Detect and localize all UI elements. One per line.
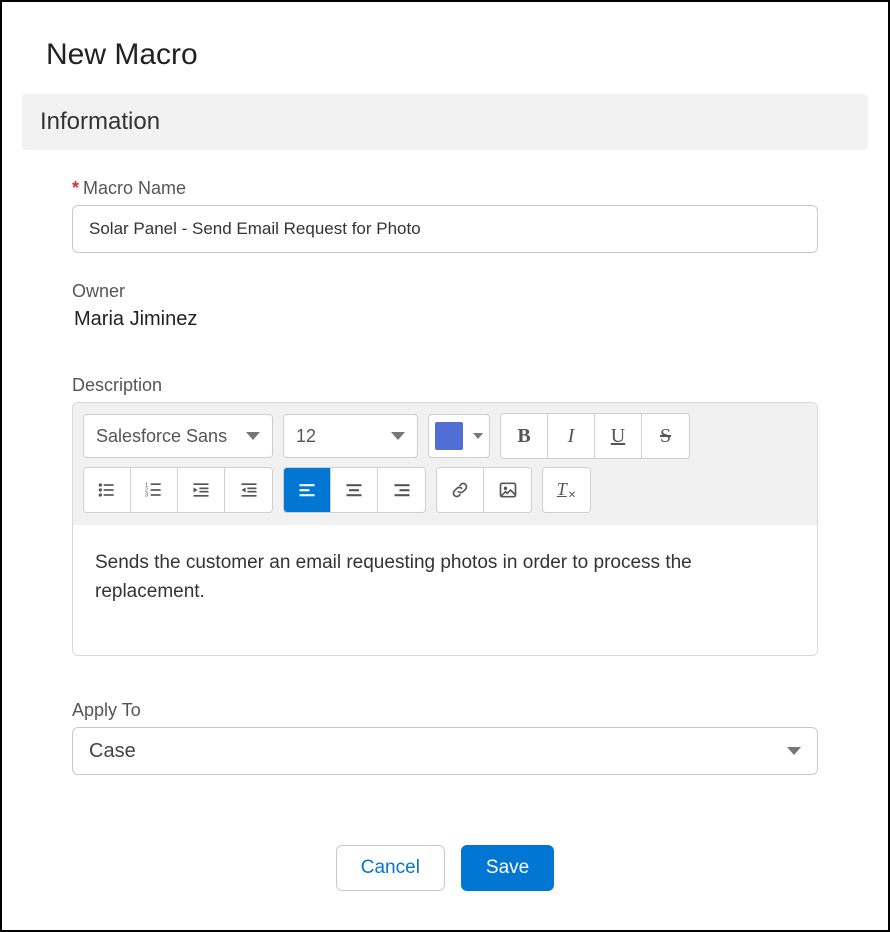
description-editor[interactable]: Sends the customer an email requesting p… xyxy=(73,525,817,655)
apply-to-select[interactable]: Case xyxy=(72,727,818,775)
chevron-down-icon xyxy=(246,432,260,440)
macro-name-field: *Macro Name xyxy=(72,178,818,253)
image-icon xyxy=(498,480,518,500)
clear-format-button[interactable]: T✕ xyxy=(543,468,590,512)
align-group xyxy=(283,467,426,513)
owner-label: Owner xyxy=(72,281,818,302)
color-swatch-icon xyxy=(435,422,463,450)
italic-icon: I xyxy=(568,425,575,448)
owner-field: Owner Maria Jiminez xyxy=(72,281,818,331)
align-center-button[interactable] xyxy=(331,468,378,512)
strikethrough-icon: S xyxy=(660,425,671,448)
clear-format-icon: T✕ xyxy=(557,479,576,502)
chevron-down-icon xyxy=(391,432,405,440)
numbered-list-icon: 123 xyxy=(144,480,164,500)
text-style-group: B I U S xyxy=(500,413,690,459)
required-asterisk: * xyxy=(72,178,79,198)
svg-text:3: 3 xyxy=(145,493,148,499)
align-right-icon xyxy=(392,480,412,500)
bullet-list-icon xyxy=(97,480,117,500)
apply-to-field: Apply To Case xyxy=(72,700,818,775)
align-right-button[interactable] xyxy=(378,468,425,512)
indent-button[interactable] xyxy=(178,468,225,512)
outdent-icon xyxy=(239,480,259,500)
underline-icon: U xyxy=(611,425,625,448)
font-size-select[interactable]: 12 xyxy=(283,414,418,458)
chevron-down-icon xyxy=(473,433,483,439)
bold-button[interactable]: B xyxy=(501,414,548,458)
link-button[interactable] xyxy=(437,468,484,512)
description-field: Description Salesforce Sans 12 xyxy=(72,375,818,656)
numbered-list-button[interactable]: 123 xyxy=(131,468,178,512)
link-icon xyxy=(450,480,470,500)
underline-button[interactable]: U xyxy=(595,414,642,458)
cancel-button[interactable]: Cancel xyxy=(336,845,445,891)
save-button[interactable]: Save xyxy=(461,845,554,891)
align-center-icon xyxy=(344,480,364,500)
clear-format-group: T✕ xyxy=(542,467,591,513)
macro-name-label: *Macro Name xyxy=(72,178,818,199)
rte-box: Salesforce Sans 12 B xyxy=(72,402,818,656)
indent-icon xyxy=(191,480,211,500)
italic-button[interactable]: I xyxy=(548,414,595,458)
page-title: New Macro xyxy=(46,38,888,72)
align-left-icon xyxy=(297,480,317,500)
new-macro-dialog: New Macro Information *Macro Name Owner … xyxy=(0,0,890,932)
strikethrough-button[interactable]: S xyxy=(642,414,689,458)
macro-name-input[interactable] xyxy=(72,205,818,253)
insert-group xyxy=(436,467,532,513)
outdent-button[interactable] xyxy=(225,468,272,512)
image-button[interactable] xyxy=(484,468,531,512)
font-select[interactable]: Salesforce Sans xyxy=(83,414,273,458)
owner-value: Maria Jiminez xyxy=(72,308,818,331)
section-header-information: Information xyxy=(22,94,868,150)
apply-to-label: Apply To xyxy=(72,700,818,721)
bullet-list-button[interactable] xyxy=(84,468,131,512)
rte-toolbar: Salesforce Sans 12 B xyxy=(73,403,817,525)
chevron-down-icon xyxy=(787,747,801,755)
bold-icon: B xyxy=(517,425,530,448)
list-indent-group: 123 xyxy=(83,467,273,513)
font-color-select[interactable] xyxy=(428,414,490,458)
description-label: Description xyxy=(72,375,818,396)
form-area: *Macro Name Owner Maria Jiminez Descript… xyxy=(2,178,888,891)
footer-buttons: Cancel Save xyxy=(72,845,818,891)
align-left-button[interactable] xyxy=(284,468,331,512)
